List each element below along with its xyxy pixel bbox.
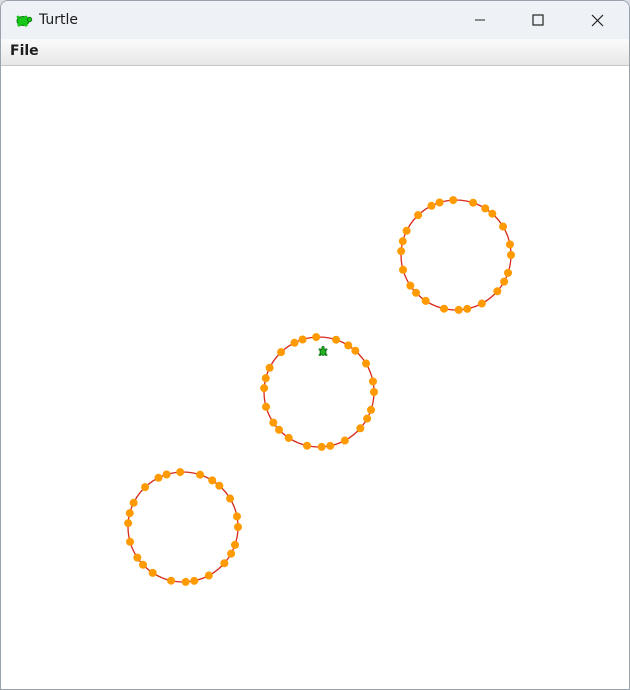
- minimize-icon: [475, 19, 485, 21]
- orange-dot: [124, 519, 133, 528]
- lower-left-circle: [124, 468, 242, 586]
- orange-dot: [399, 265, 408, 274]
- orange-dot: [412, 288, 421, 297]
- orange-dot: [125, 509, 134, 518]
- orange-dot: [275, 425, 284, 434]
- orange-dot: [231, 540, 240, 549]
- orange-dot: [363, 414, 372, 423]
- orange-dot: [488, 209, 497, 218]
- window-title: Turtle: [39, 12, 79, 28]
- orange-dot: [190, 576, 199, 585]
- middle-circle: [260, 333, 378, 451]
- orange-dot: [208, 476, 217, 485]
- orange-dot: [340, 436, 349, 445]
- orange-dot: [139, 560, 148, 569]
- orange-dot: [265, 363, 274, 372]
- orange-dot: [362, 359, 371, 368]
- orange-dot: [312, 333, 321, 342]
- orange-dot: [269, 418, 278, 427]
- orange-dot: [303, 441, 312, 450]
- orange-dot: [427, 201, 436, 210]
- orange-dot: [154, 473, 163, 482]
- orange-dot: [500, 277, 509, 286]
- orange-dot: [356, 424, 365, 433]
- upper-right-circle: [397, 196, 515, 314]
- orange-dot: [505, 240, 514, 249]
- orange-dot: [493, 287, 502, 296]
- orange-dot: [440, 304, 449, 313]
- orange-dot: [507, 251, 515, 259]
- orange-dot: [397, 247, 406, 256]
- turtle-icon: [16, 15, 33, 27]
- minimize-button[interactable]: [451, 1, 509, 39]
- orange-dot: [181, 577, 190, 586]
- orange-dot: [204, 571, 213, 580]
- orange-dot: [261, 374, 270, 383]
- menu-file[interactable]: File: [10, 43, 39, 60]
- orange-dot: [317, 442, 326, 451]
- title-bar[interactable]: Turtle: [1, 1, 629, 39]
- orange-dot: [126, 537, 135, 546]
- orange-dot: [414, 211, 423, 220]
- turtle-canvas[interactable]: [2, 66, 628, 688]
- menu-bar: File: [1, 39, 629, 66]
- orange-dot: [504, 268, 513, 277]
- orange-dot: [351, 346, 360, 355]
- maximize-icon: [532, 14, 544, 26]
- orange-dot: [262, 402, 271, 411]
- orange-dot: [290, 338, 299, 347]
- orange-dot: [298, 335, 307, 344]
- orange-dot: [141, 483, 150, 492]
- orange-dot: [162, 470, 171, 479]
- orange-dot: [148, 568, 157, 577]
- orange-dot: [277, 348, 286, 357]
- orange-dot: [344, 341, 353, 350]
- orange-dot: [227, 549, 236, 558]
- orange-dot: [367, 405, 376, 414]
- orange-dot: [481, 204, 490, 213]
- orange-dot: [326, 441, 335, 450]
- orange-dot: [133, 553, 142, 562]
- orange-dot: [477, 299, 486, 308]
- orange-dot: [196, 470, 205, 479]
- turtle-cursor-icon: [318, 345, 328, 357]
- orange-dot: [402, 226, 411, 235]
- orange-dot: [406, 281, 415, 290]
- maximize-button[interactable]: [509, 1, 567, 39]
- turtle-window: Turtle File: [0, 0, 630, 690]
- orange-dot: [463, 304, 472, 313]
- orange-dot: [449, 196, 458, 205]
- orange-dot: [176, 468, 185, 477]
- orange-dot: [167, 576, 176, 585]
- orange-dot: [234, 523, 242, 531]
- orange-dot: [284, 433, 293, 442]
- orange-dot: [370, 388, 378, 396]
- orange-dot: [421, 296, 430, 305]
- orange-dot: [469, 198, 478, 207]
- orange-dot: [398, 237, 407, 246]
- orange-dot: [454, 305, 463, 314]
- close-button[interactable]: [568, 1, 626, 39]
- orange-dot: [499, 222, 508, 231]
- orange-dot: [232, 512, 241, 521]
- orange-dot: [368, 377, 377, 386]
- close-icon: [591, 14, 603, 26]
- orange-dot: [215, 481, 224, 490]
- orange-dot: [435, 198, 444, 207]
- orange-dot: [220, 559, 229, 568]
- drawing-surface: [124, 196, 515, 586]
- orange-dot: [260, 384, 269, 393]
- orange-dot: [129, 498, 138, 507]
- orange-dot: [332, 335, 341, 344]
- orange-dot: [226, 494, 235, 503]
